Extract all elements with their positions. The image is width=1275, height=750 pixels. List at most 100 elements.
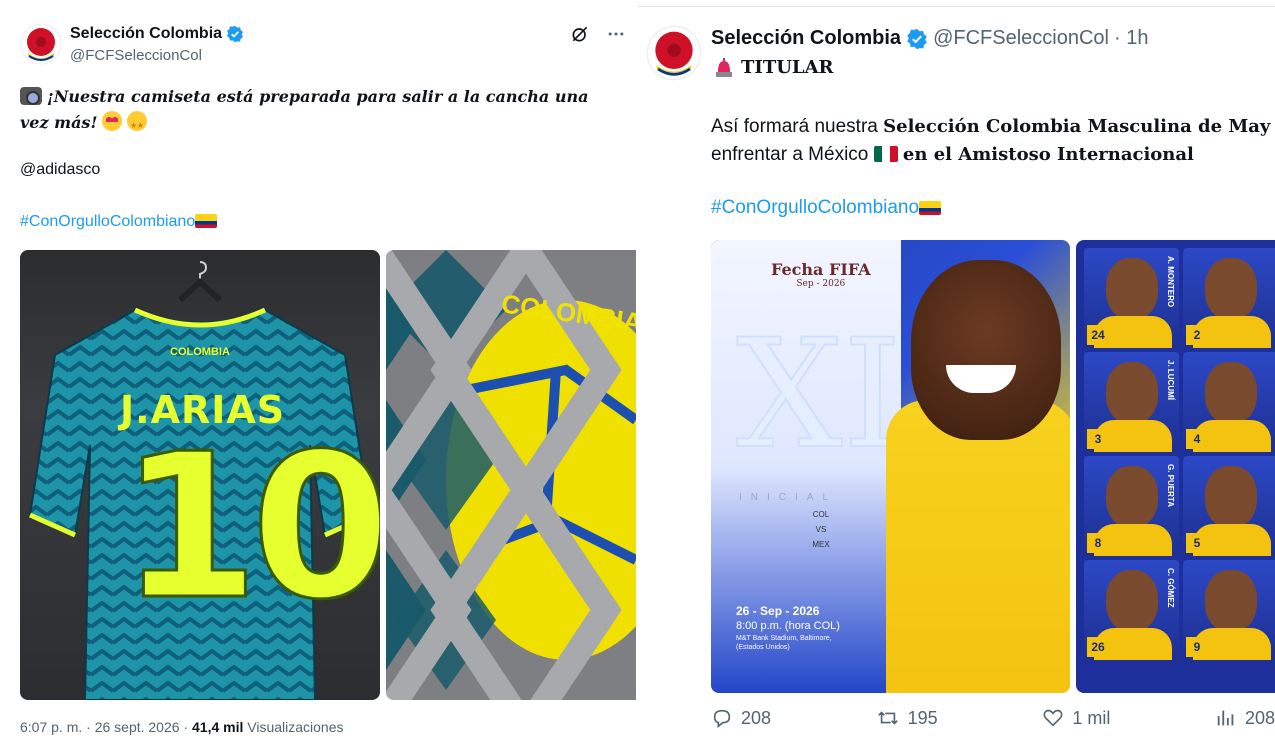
player-face — [1205, 570, 1257, 632]
retweet-button[interactable]: 195 — [876, 707, 938, 729]
heart-eyes-emoji-icon — [102, 111, 123, 131]
player-number: 5 — [1186, 533, 1208, 553]
author-handle[interactable]: @FCFSeleccionCol — [933, 27, 1109, 50]
player-name: C. GÓMEZ — [1166, 568, 1175, 608]
views-count: 208 — [1244, 707, 1275, 728]
match-date: 26 - Sep - 2026 — [736, 604, 820, 618]
tweet-text-part: Así formará nuestra — [711, 116, 884, 137]
like-count: 1 mil — [1072, 707, 1111, 728]
match-info: 26 - Sep - 2026 8:00 p.m. (hora COL) M&T… — [736, 604, 856, 652]
players-grid-poster[interactable]: 24 A. MONTERO 2 3 J. LUCUMÍ 4 8 G. PUERTA 5 26 C. … — [1076, 240, 1275, 693]
player-card: 26 C. GÓMEZ — [1084, 560, 1179, 660]
poster-vs-block: COL VS MEX — [811, 510, 831, 549]
tweet-time-ago[interactable]: · 1h — [1114, 27, 1148, 50]
tweet-actions — [570, 24, 626, 44]
verified-badge-icon — [227, 25, 243, 43]
retweet-icon — [877, 711, 898, 725]
author-avatar[interactable] — [646, 25, 702, 81]
player-card: 9 — [1183, 560, 1275, 660]
player-number: 3 — [1087, 429, 1109, 449]
right-tweet: Selección Colombia @FCFSeleccionCol · 1h… — [638, 6, 1275, 750]
right-tweet-header: Selección Colombia @FCFSeleccionCol · 1h — [711, 27, 1148, 50]
jersey-badge-text: COLOMBIA — [170, 346, 230, 358]
heart-icon — [1043, 709, 1063, 727]
mention-link[interactable]: @adidasco — [20, 161, 100, 179]
ball-photo[interactable]: COLOMBIA — [386, 250, 636, 700]
grok-icon[interactable] — [570, 24, 590, 44]
reply-count: 208 — [741, 707, 772, 728]
left-tweet-header: Selección Colombia @FCFSeleccionCol — [20, 23, 244, 65]
player-number: 24 — [1087, 325, 1109, 345]
views-label: Visualizaciones — [243, 719, 344, 735]
vs-text: VS — [815, 525, 827, 534]
views-count: 41,4 mil — [192, 719, 244, 735]
player-name: J. LUCUMÍ — [1166, 360, 1175, 400]
views-chart-icon — [1217, 710, 1234, 726]
author-avatar[interactable] — [20, 23, 62, 65]
tweet-stats-bar: 208 195 1 mil 208 — [711, 707, 1275, 729]
player-face — [1106, 570, 1158, 632]
match-time: 8:00 p.m. (hora COL) — [736, 620, 840, 632]
views-button[interactable]: 208 — [1215, 707, 1275, 729]
like-button[interactable]: 1 mil — [1042, 707, 1110, 729]
star-eyes-emoji-icon — [126, 111, 147, 139]
player-card: 2 — [1183, 248, 1275, 348]
player-card: 4 — [1183, 352, 1275, 452]
fcf-logo-icon — [646, 25, 702, 81]
colombia-flag-icon — [195, 214, 218, 228]
player-number: 2 — [1186, 325, 1208, 345]
player-name: A. MONTERO — [1166, 256, 1175, 308]
team-mex: MEX — [812, 540, 830, 549]
left-tweet: Selección Colombia @FCFSeleccionCol ¡Nue… — [0, 0, 636, 750]
hashtag-link[interactable]: #ConOrgulloColombiano — [711, 197, 919, 218]
player-number: 26 — [1087, 637, 1109, 657]
reply-icon — [713, 709, 731, 728]
player-name: G. PUERTA — [1166, 464, 1175, 507]
player-number: 4 — [1186, 429, 1208, 449]
jersey-photo[interactable]: COLOMBIA J.ARIAS 10 — [20, 250, 380, 700]
poster-fecha: Fecha FIFA Sep - 2026 — [771, 260, 871, 289]
player-face — [1106, 362, 1158, 424]
hashtag-link[interactable]: #ConOrgulloColombiano — [20, 213, 195, 230]
mexico-flag-icon — [873, 146, 898, 162]
poster-xi: XI — [735, 308, 903, 482]
jersey-number: 10 — [118, 411, 380, 644]
tweet-timestamp[interactable]: 6:07 p. m. · 26 sept. 2026 · — [20, 719, 192, 735]
fecha-title: Fecha FIFA — [771, 260, 871, 279]
tweet-text-bold: en el Amistoso Internacional — [902, 144, 1194, 165]
player-number: 8 — [1087, 533, 1109, 553]
player-face — [1205, 466, 1257, 528]
player-face — [1205, 258, 1257, 320]
player-card: 5 — [1183, 456, 1275, 556]
titular-text: TITULAR — [741, 57, 834, 78]
player-face — [1106, 258, 1158, 320]
tweet-text-bold: Selección Colombia Masculina de May — [883, 116, 1271, 137]
poster-inicial: INICIAL — [739, 492, 838, 503]
players-grid: 24 A. MONTERO 2 3 J. LUCUMÍ 4 8 G. PUERTA 5 26 C. … — [1084, 248, 1275, 660]
reply-button[interactable]: 208 — [711, 707, 771, 729]
tweet-text-part: enfrentar a México — [711, 144, 874, 165]
author-name[interactable]: Selección Colombia — [711, 27, 901, 50]
player-card: 8 G. PUERTA — [1084, 456, 1179, 556]
camera-emoji-icon — [20, 87, 42, 105]
lineup-poster[interactable]: Fecha FIFA Sep - 2026 XI INICIAL COL VS … — [711, 240, 1070, 693]
verified-badge-icon — [907, 28, 927, 49]
tweet-text: ¡Nuestra camiseta está preparada para sa… — [20, 84, 620, 139]
tweet-text: Así formará nuestra Selección Colombia M… — [711, 113, 1275, 169]
fecha-sub: Sep - 2026 — [796, 279, 846, 289]
author-name[interactable]: Selección Colombia — [70, 25, 222, 43]
author-handle[interactable]: @FCFSeleccionCol — [70, 47, 244, 64]
titular-line: TITULAR — [715, 57, 834, 78]
retweet-count: 195 — [907, 707, 938, 728]
player-card: 3 J. LUCUMÍ — [1084, 352, 1179, 452]
fcf-logo-icon — [20, 23, 62, 65]
player-shirt — [886, 400, 1070, 693]
player-face — [1106, 466, 1158, 528]
more-icon[interactable] — [606, 24, 626, 44]
siren-emoji-icon — [716, 57, 732, 77]
player-face — [1205, 362, 1257, 424]
colombia-flag-icon — [919, 201, 942, 215]
match-venue: M&T Bank Stadium, Baltimore, (Estados Un… — [736, 635, 832, 651]
player-card: 24 A. MONTERO — [1084, 248, 1179, 348]
player-number: 9 — [1186, 637, 1208, 657]
